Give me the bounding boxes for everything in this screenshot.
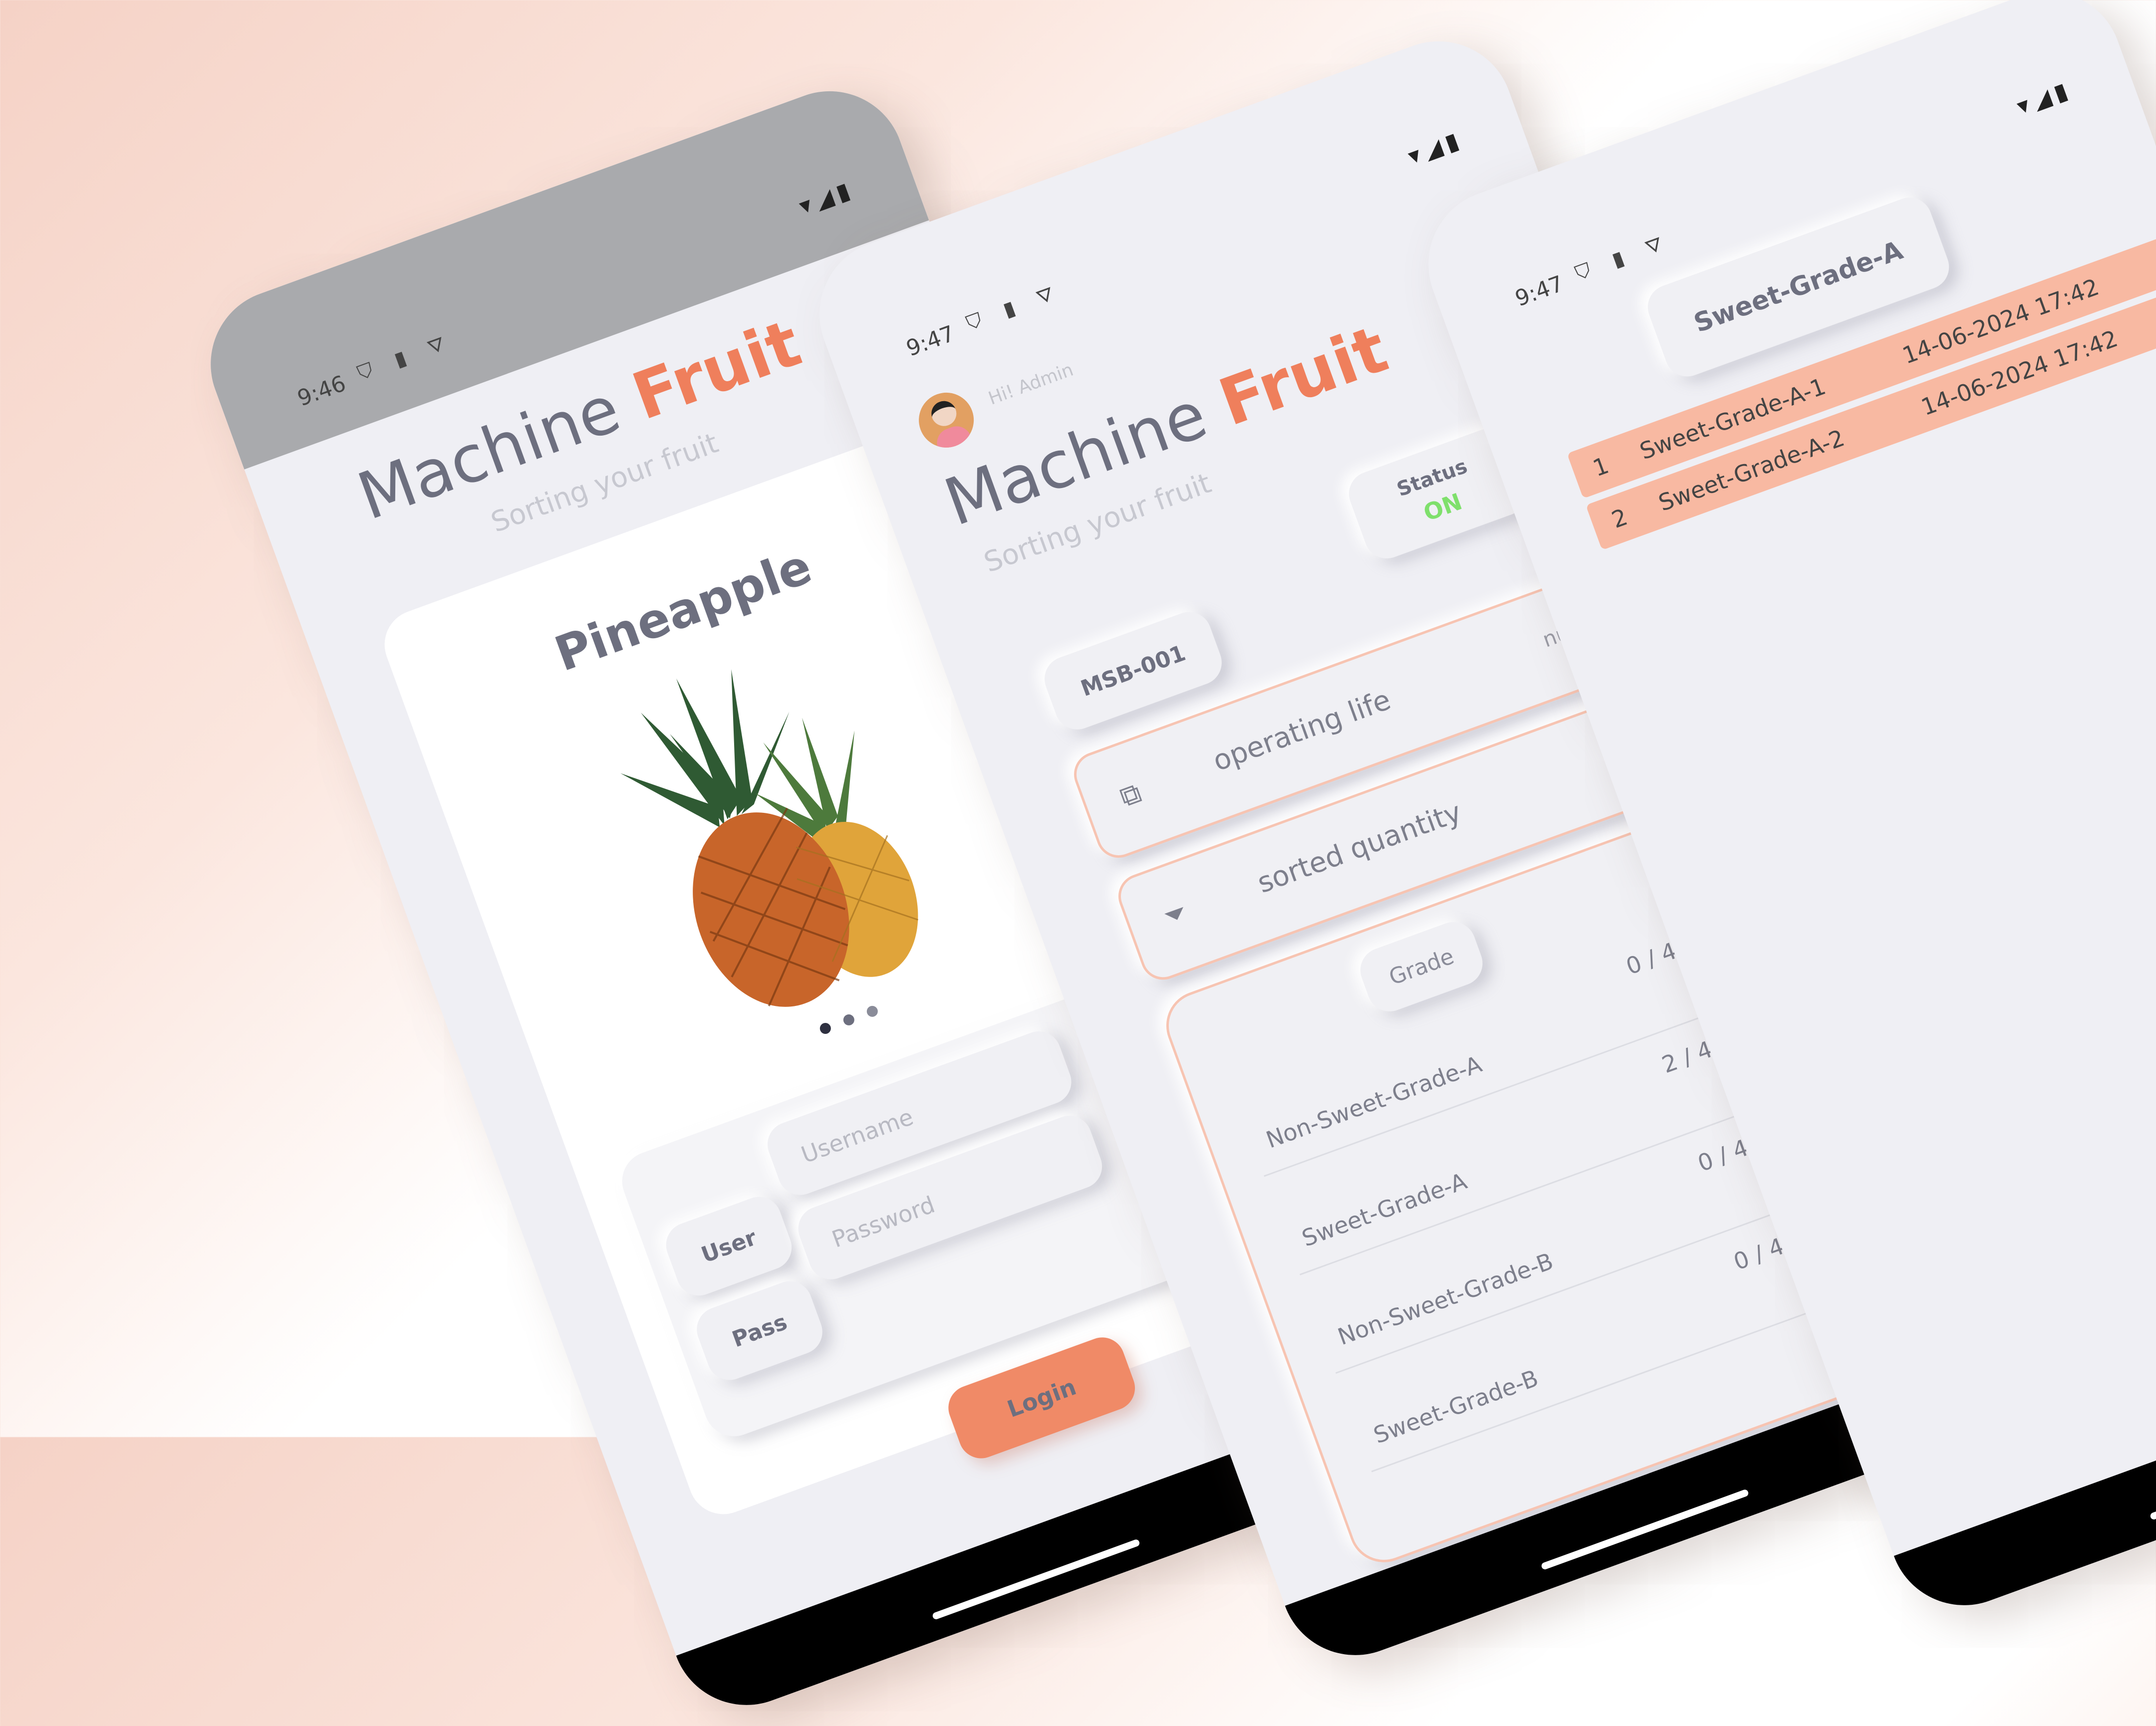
row-divider bbox=[1300, 1110, 1751, 1275]
carousel-dot-1[interactable] bbox=[818, 1021, 832, 1036]
status-time: 9:46 bbox=[294, 370, 349, 412]
signal-battery-icon: ▾◢▮ bbox=[2013, 75, 2076, 120]
row-index: 1 bbox=[1589, 451, 1613, 482]
app-title-accent: Fruit bbox=[623, 304, 810, 435]
row-divider bbox=[1335, 1208, 1786, 1374]
status-notification-icons: ⛉ ▮ ⛛ bbox=[963, 279, 1066, 335]
nav-bar bbox=[1893, 1306, 2156, 1627]
avatar[interactable] bbox=[911, 385, 982, 456]
signal-battery-icon: ▾◢▮ bbox=[1404, 125, 1467, 170]
app-title-accent: Fruit bbox=[1209, 310, 1397, 441]
home-indicator[interactable] bbox=[2149, 1439, 2156, 1521]
carousel-dot-3[interactable] bbox=[865, 1004, 879, 1018]
sorted-quantity-label: sorted quantity bbox=[1253, 795, 1466, 900]
grade-name: Sweet-Grade-A bbox=[1298, 1167, 1471, 1252]
filter-icon: ⏷ bbox=[1159, 895, 1192, 934]
pineapple-image bbox=[620, 669, 919, 1007]
status-time: 9:47 bbox=[903, 320, 958, 362]
status-notification-icons: ⛉ ▮ ⛛ bbox=[354, 329, 457, 385]
grade-name: Non-Sweet-Grade-A bbox=[1262, 1050, 1485, 1154]
status-notification-icons: ⛉ ▮ ⛛ bbox=[1572, 229, 1674, 285]
row-index: 2 bbox=[1608, 503, 1631, 534]
grade-name: Non-Sweet-Grade-B bbox=[1334, 1247, 1557, 1351]
grade-header: Grade bbox=[1354, 916, 1489, 1018]
grade-name: Sweet-Grade-B bbox=[1370, 1364, 1542, 1449]
sliders-icon: ⧉ bbox=[1115, 776, 1146, 814]
home-indicator[interactable] bbox=[1540, 1488, 1750, 1571]
signal-battery-icon: ▾◢▮ bbox=[795, 175, 858, 220]
carousel-dot-2[interactable] bbox=[841, 1012, 856, 1027]
row-divider bbox=[1264, 1011, 1715, 1177]
home-indicator[interactable] bbox=[931, 1538, 1141, 1621]
greeting: Hi! Admin bbox=[986, 359, 1077, 409]
status-time: 9:47 bbox=[1512, 270, 1567, 312]
operating-life-label: operating life bbox=[1209, 683, 1395, 778]
